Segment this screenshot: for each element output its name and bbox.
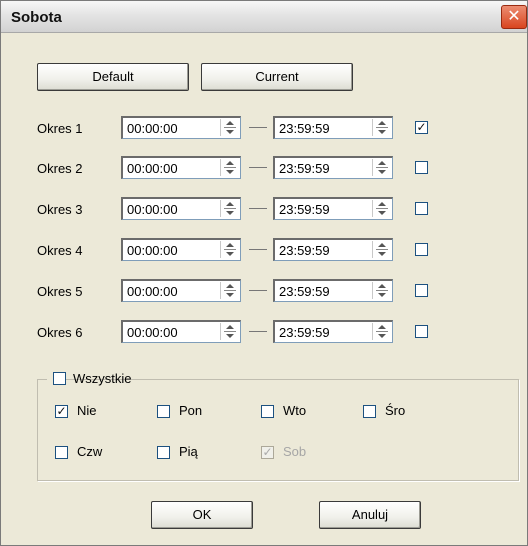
all-days-label: Wszystkie bbox=[73, 371, 132, 386]
spin-arrows-icon[interactable] bbox=[220, 323, 239, 340]
day-checkbox-wto[interactable] bbox=[261, 405, 274, 418]
day-label: Sob bbox=[283, 444, 307, 459]
start-time-value: 00:00:00 bbox=[127, 121, 178, 136]
end-time-value: 23:59:59 bbox=[279, 121, 330, 136]
period-label: Okres 4 bbox=[37, 243, 83, 258]
ok-button[interactable]: OK bbox=[151, 501, 253, 529]
end-time-field[interactable]: 23:59:59 bbox=[273, 156, 393, 179]
start-time-field[interactable]: 00:00:00 bbox=[121, 238, 241, 261]
range-dash bbox=[249, 331, 267, 332]
close-button[interactable]: ✕ bbox=[501, 5, 527, 29]
spin-arrows-icon[interactable] bbox=[220, 159, 239, 176]
day-label: Wto bbox=[283, 403, 307, 418]
period-enable-checkbox[interactable] bbox=[415, 325, 428, 338]
spin-arrows-icon[interactable] bbox=[372, 323, 391, 340]
window-title: Sobota bbox=[11, 9, 62, 26]
range-dash bbox=[249, 127, 267, 128]
spin-arrows-icon[interactable] bbox=[372, 200, 391, 217]
start-time-value: 00:00:00 bbox=[127, 243, 178, 258]
schedule-dialog: Sobota ✕ Default Current Okres 1 00:00:0… bbox=[0, 0, 528, 546]
period-label: Okres 5 bbox=[37, 284, 83, 299]
spin-arrows-icon[interactable] bbox=[220, 200, 239, 217]
start-time-field[interactable]: 00:00:00 bbox=[121, 116, 241, 139]
default-button[interactable]: Default bbox=[37, 63, 189, 91]
range-dash bbox=[249, 290, 267, 291]
range-dash bbox=[249, 208, 267, 209]
start-time-field[interactable]: 00:00:00 bbox=[121, 320, 241, 343]
day-checkbox-sro[interactable] bbox=[363, 405, 376, 418]
day-checkbox-pon[interactable] bbox=[157, 405, 170, 418]
day-checkbox-nie[interactable]: ✓ bbox=[55, 405, 68, 418]
spin-arrows-icon[interactable] bbox=[372, 282, 391, 299]
period-label: Okres 6 bbox=[37, 325, 83, 340]
spin-arrows-icon[interactable] bbox=[220, 241, 239, 258]
day-label: Pią bbox=[179, 444, 198, 459]
day-checkbox-sob: ✓ bbox=[261, 445, 274, 459]
end-time-field[interactable]: 23:59:59 bbox=[273, 197, 393, 220]
period-label: Okres 2 bbox=[37, 161, 83, 176]
end-time-value: 23:59:59 bbox=[279, 243, 330, 258]
spin-arrows-icon[interactable] bbox=[372, 119, 391, 136]
period-enable-checkbox[interactable]: ✓ bbox=[415, 121, 428, 134]
close-icon: ✕ bbox=[507, 8, 521, 25]
cancel-button[interactable]: Anuluj bbox=[319, 501, 421, 529]
period-label: Okres 1 bbox=[37, 121, 83, 136]
end-time-value: 23:59:59 bbox=[279, 202, 330, 217]
all-days-checkbox[interactable] bbox=[53, 372, 66, 385]
end-time-field[interactable]: 23:59:59 bbox=[273, 279, 393, 302]
end-time-value: 23:59:59 bbox=[279, 325, 330, 340]
title-bar: Sobota ✕ bbox=[1, 1, 527, 33]
start-time-value: 00:00:00 bbox=[127, 284, 178, 299]
end-time-field[interactable]: 23:59:59 bbox=[273, 320, 393, 343]
day-checkbox-pia[interactable] bbox=[157, 446, 170, 459]
spin-arrows-icon[interactable] bbox=[220, 119, 239, 136]
start-time-value: 00:00:00 bbox=[127, 202, 178, 217]
end-time-field[interactable]: 23:59:59 bbox=[273, 116, 393, 139]
period-enable-checkbox[interactable] bbox=[415, 284, 428, 297]
end-time-field[interactable]: 23:59:59 bbox=[273, 238, 393, 261]
start-time-value: 00:00:00 bbox=[127, 325, 178, 340]
period-enable-checkbox[interactable] bbox=[415, 243, 428, 256]
end-time-value: 23:59:59 bbox=[279, 284, 330, 299]
day-label: Śro bbox=[385, 403, 406, 418]
all-days-toggle[interactable]: Wszystkie bbox=[47, 370, 132, 388]
period-enable-checkbox[interactable] bbox=[415, 161, 428, 174]
start-time-field[interactable]: 00:00:00 bbox=[121, 156, 241, 179]
end-time-value: 23:59:59 bbox=[279, 161, 330, 176]
days-groupbox bbox=[37, 379, 519, 481]
range-dash bbox=[249, 167, 267, 168]
start-time-field[interactable]: 00:00:00 bbox=[121, 279, 241, 302]
spin-arrows-icon[interactable] bbox=[220, 282, 239, 299]
day-label: Czw bbox=[77, 444, 103, 459]
day-label: Pon bbox=[179, 403, 203, 418]
day-checkbox-czw[interactable] bbox=[55, 446, 68, 459]
start-time-field[interactable]: 00:00:00 bbox=[121, 197, 241, 220]
period-label: Okres 3 bbox=[37, 202, 83, 217]
range-dash bbox=[249, 249, 267, 250]
period-enable-checkbox[interactable] bbox=[415, 202, 428, 215]
day-label: Nie bbox=[77, 403, 97, 418]
start-time-value: 00:00:00 bbox=[127, 161, 178, 176]
current-button[interactable]: Current bbox=[201, 63, 353, 91]
spin-arrows-icon[interactable] bbox=[372, 241, 391, 258]
spin-arrows-icon[interactable] bbox=[372, 159, 391, 176]
